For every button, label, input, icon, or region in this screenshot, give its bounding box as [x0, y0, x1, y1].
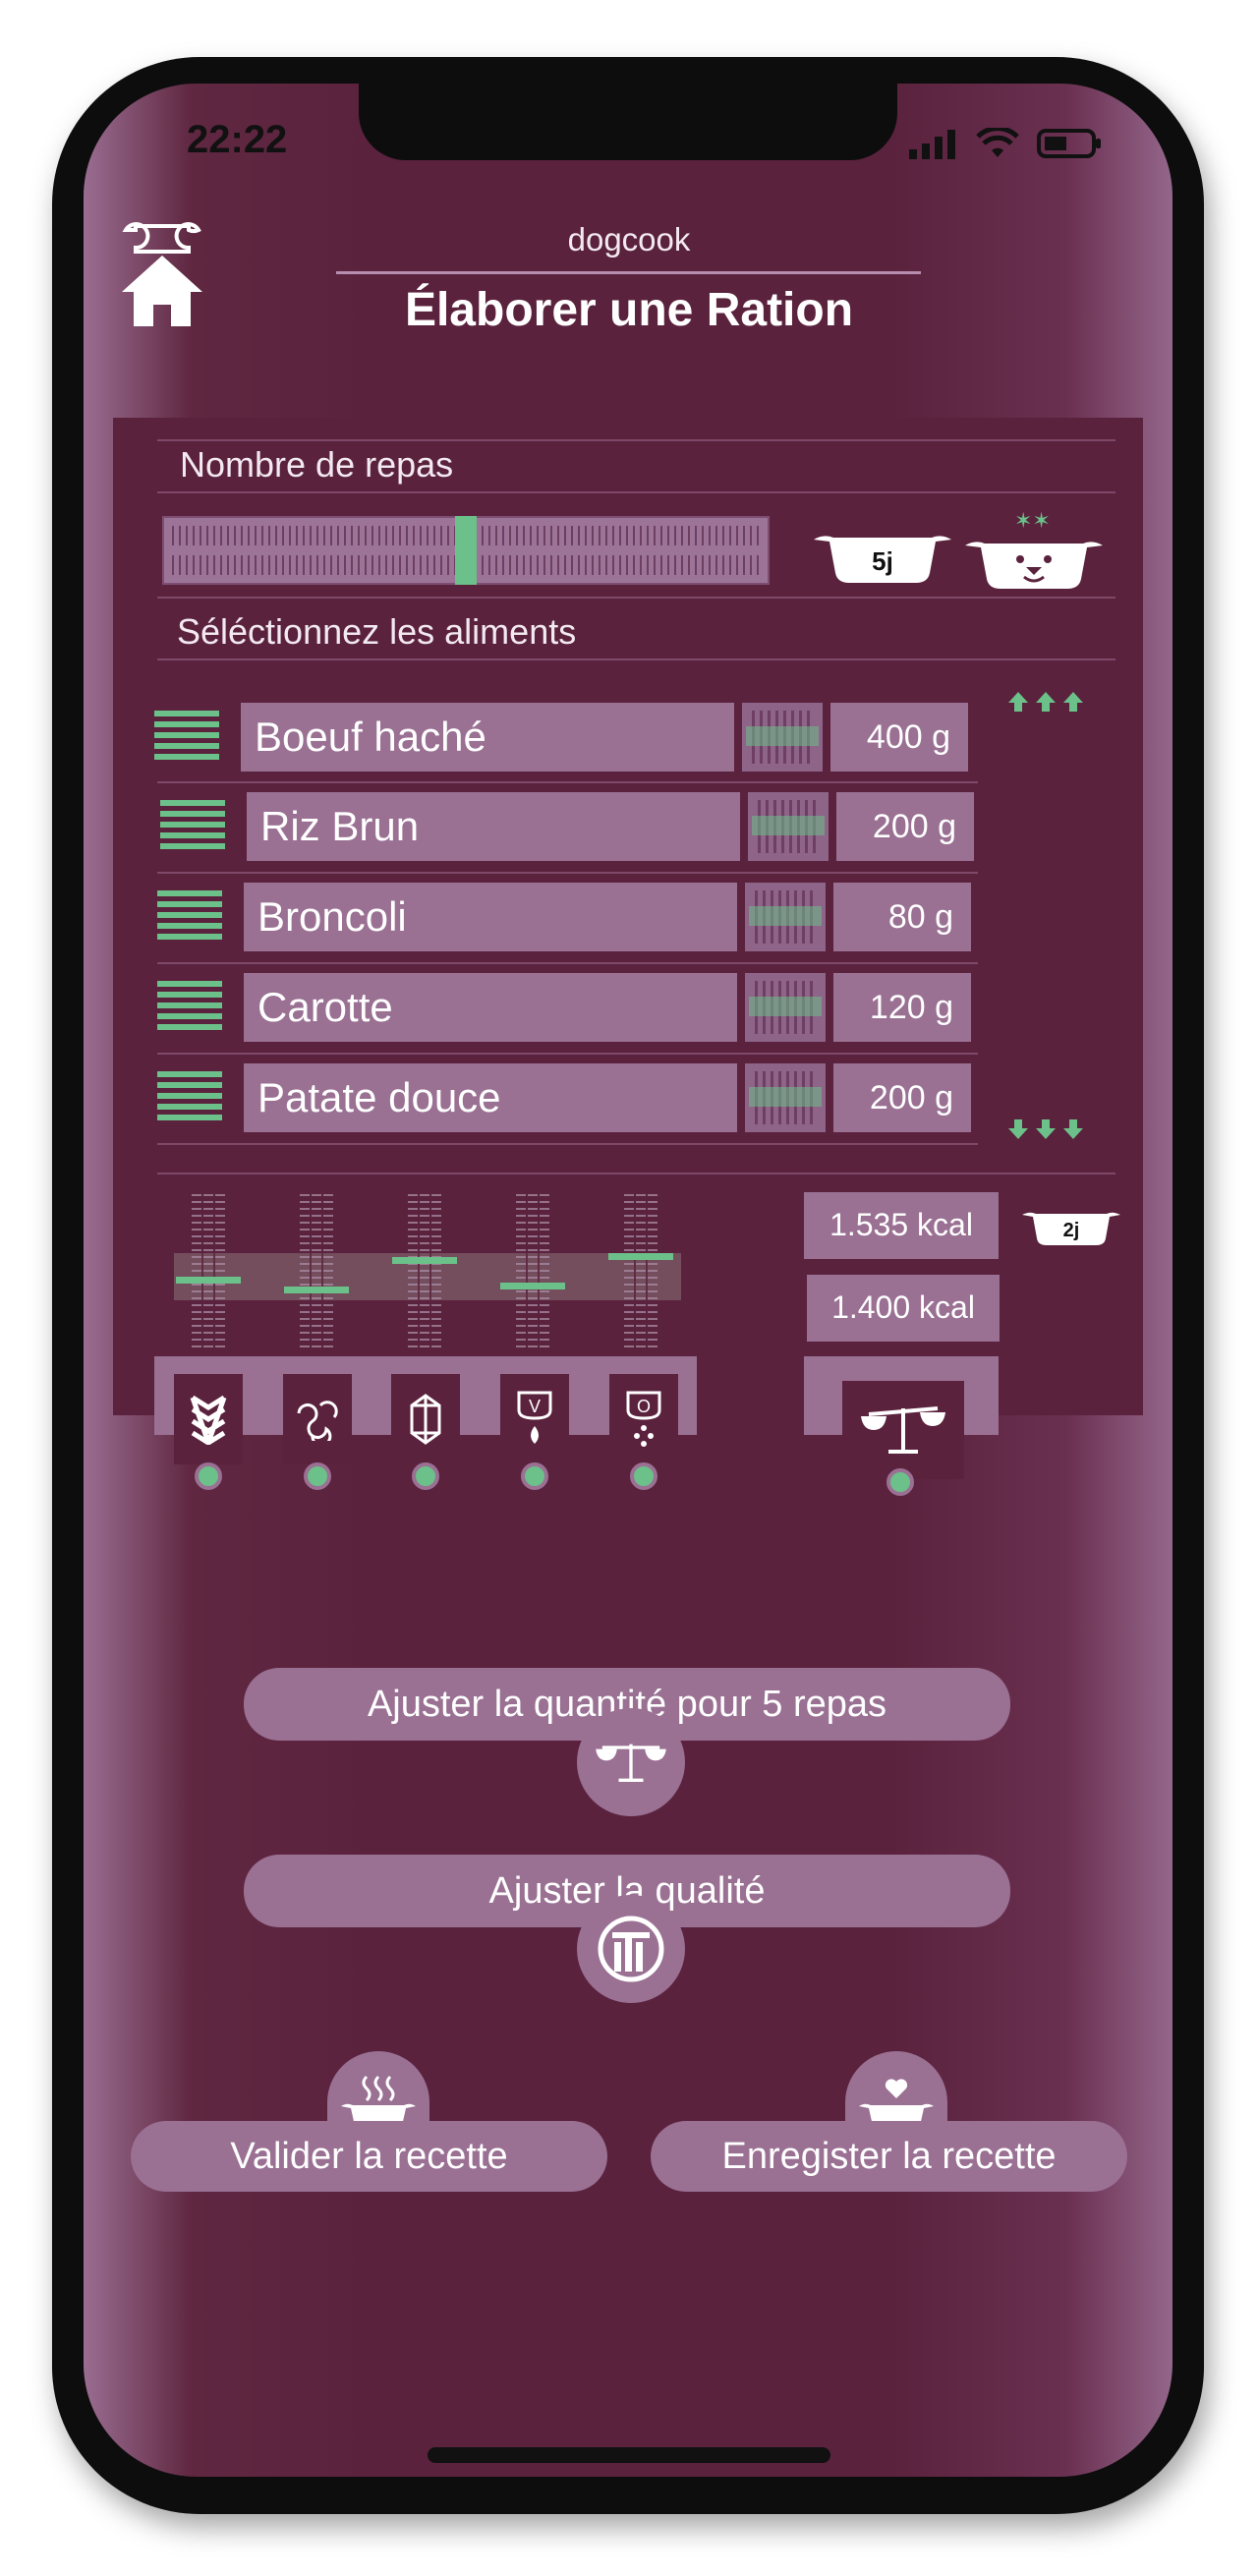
food-name: Carotte — [244, 973, 737, 1042]
nutrient-bar — [516, 1194, 549, 1351]
divider — [157, 781, 978, 783]
divider — [157, 439, 1115, 441]
dog-pot-icon[interactable]: ✶✶ — [965, 506, 1103, 590]
food-row[interactable]: Riz Brun 200 g — [160, 792, 976, 863]
nutrient-indicator — [304, 1462, 331, 1490]
food-name: Riz Brun — [247, 792, 740, 861]
scroll-up-icon[interactable] — [1007, 691, 1084, 713]
nutrient-level[interactable] — [284, 1287, 349, 1293]
adjust-quality-tab[interactable] — [577, 1895, 685, 2003]
food-row[interactable]: Boeuf haché 400 g — [154, 703, 970, 773]
balance-scale-icon[interactable] — [842, 1381, 964, 1479]
divider — [157, 658, 1115, 660]
pot-icon: 2j — [1022, 1212, 1120, 1245]
pot-icon: 5j — [814, 536, 951, 583]
nutrient-level[interactable] — [608, 1253, 673, 1260]
nutrient-level[interactable] — [176, 1277, 241, 1284]
title-divider — [336, 271, 921, 274]
food-mini-slider[interactable] — [745, 973, 826, 1042]
food-name: Broncoli — [244, 883, 737, 951]
nutrient-levels — [172, 1194, 683, 1351]
nutrient-bar — [408, 1194, 441, 1351]
nutrient-indicator — [521, 1462, 548, 1490]
food-quantity[interactable]: 400 g — [830, 703, 968, 772]
food-name: Boeuf haché — [241, 703, 734, 772]
kcal-current: 1.535 kcal — [804, 1192, 999, 1259]
divider — [157, 1173, 1115, 1174]
status-time: 22:22 — [187, 118, 288, 161]
meals-badge: 5j — [872, 546, 893, 576]
food-name: Patate douce — [244, 1063, 737, 1132]
svg-text:V: V — [529, 1397, 541, 1416]
food-row[interactable]: Broncoli 80 g — [157, 883, 973, 953]
oils-icon[interactable]: O — [609, 1374, 678, 1464]
adjust-quantity-tab[interactable] — [577, 1708, 685, 1816]
balance-scale-icon — [596, 1744, 666, 1782]
quality-gauge-icon — [598, 1916, 664, 1982]
food-mini-slider[interactable] — [742, 703, 823, 772]
food-mini-slider[interactable] — [745, 1063, 826, 1132]
nutrient-bar — [624, 1194, 658, 1351]
nutrient-bar — [192, 1194, 225, 1351]
divider — [157, 962, 978, 964]
food-quantity[interactable]: 120 g — [833, 973, 971, 1042]
food-quantity[interactable]: 200 g — [833, 1063, 971, 1132]
app-name: dogcook — [567, 221, 691, 258]
nutrient-indicator — [195, 1462, 222, 1490]
nutrition-badge: 2j — [1063, 1220, 1080, 1241]
drag-handle-icon[interactable] — [154, 711, 219, 764]
kcal-target: 1.400 kcal — [807, 1275, 1000, 1342]
nutrient-indicator — [412, 1462, 439, 1490]
drag-handle-icon[interactable] — [160, 800, 225, 853]
food-row[interactable]: Carotte 120 g — [157, 973, 973, 1044]
proteins-icon[interactable] — [283, 1374, 352, 1464]
status-icons — [909, 128, 1102, 159]
food-row[interactable]: Patate douce 200 g — [157, 1063, 973, 1134]
balance-indicator — [886, 1468, 914, 1496]
page-title: Élaborer une Ration — [404, 284, 854, 336]
meals-label: Nombre de repas — [180, 444, 454, 485]
home-indicator[interactable] — [428, 2447, 830, 2463]
drag-handle-icon[interactable] — [157, 981, 222, 1034]
food-mini-slider[interactable] — [748, 792, 829, 861]
minerals-icon[interactable] — [391, 1374, 460, 1464]
divider — [157, 491, 1115, 493]
validate-recipe-button[interactable]: Valider la recette — [131, 2121, 607, 2192]
food-quantity[interactable]: 80 g — [833, 883, 971, 951]
food-mini-slider[interactable] — [745, 883, 826, 951]
save-recipe-button[interactable]: Enregister la recette — [651, 2121, 1127, 2192]
battery-icon — [1037, 129, 1101, 158]
divider — [157, 872, 978, 874]
drag-handle-icon[interactable] — [157, 890, 222, 944]
food-quantity[interactable]: 200 g — [836, 792, 974, 861]
nutrient-level[interactable] — [392, 1257, 457, 1264]
divider — [157, 1143, 978, 1145]
signal-icon — [909, 130, 955, 159]
nutrient-indicator — [630, 1462, 658, 1490]
nutrient-level[interactable] — [500, 1283, 565, 1289]
scroll-down-icon[interactable] — [1007, 1118, 1084, 1140]
divider — [157, 1053, 978, 1055]
svg-text:O: O — [637, 1397, 651, 1416]
nutrient-bar — [300, 1194, 333, 1351]
svg-text:✶✶: ✶✶ — [1014, 509, 1051, 534]
slider-thumb[interactable] — [455, 516, 477, 585]
notch — [359, 84, 897, 160]
meals-slider[interactable] — [162, 516, 770, 585]
wifi-icon — [976, 128, 1019, 157]
divider — [157, 597, 1115, 599]
foods-label: Séléctionnez les aliments — [177, 611, 577, 652]
drag-handle-icon[interactable] — [157, 1071, 222, 1124]
vitamins-icon[interactable]: V — [500, 1374, 569, 1464]
fibers-icon[interactable] — [174, 1374, 243, 1464]
